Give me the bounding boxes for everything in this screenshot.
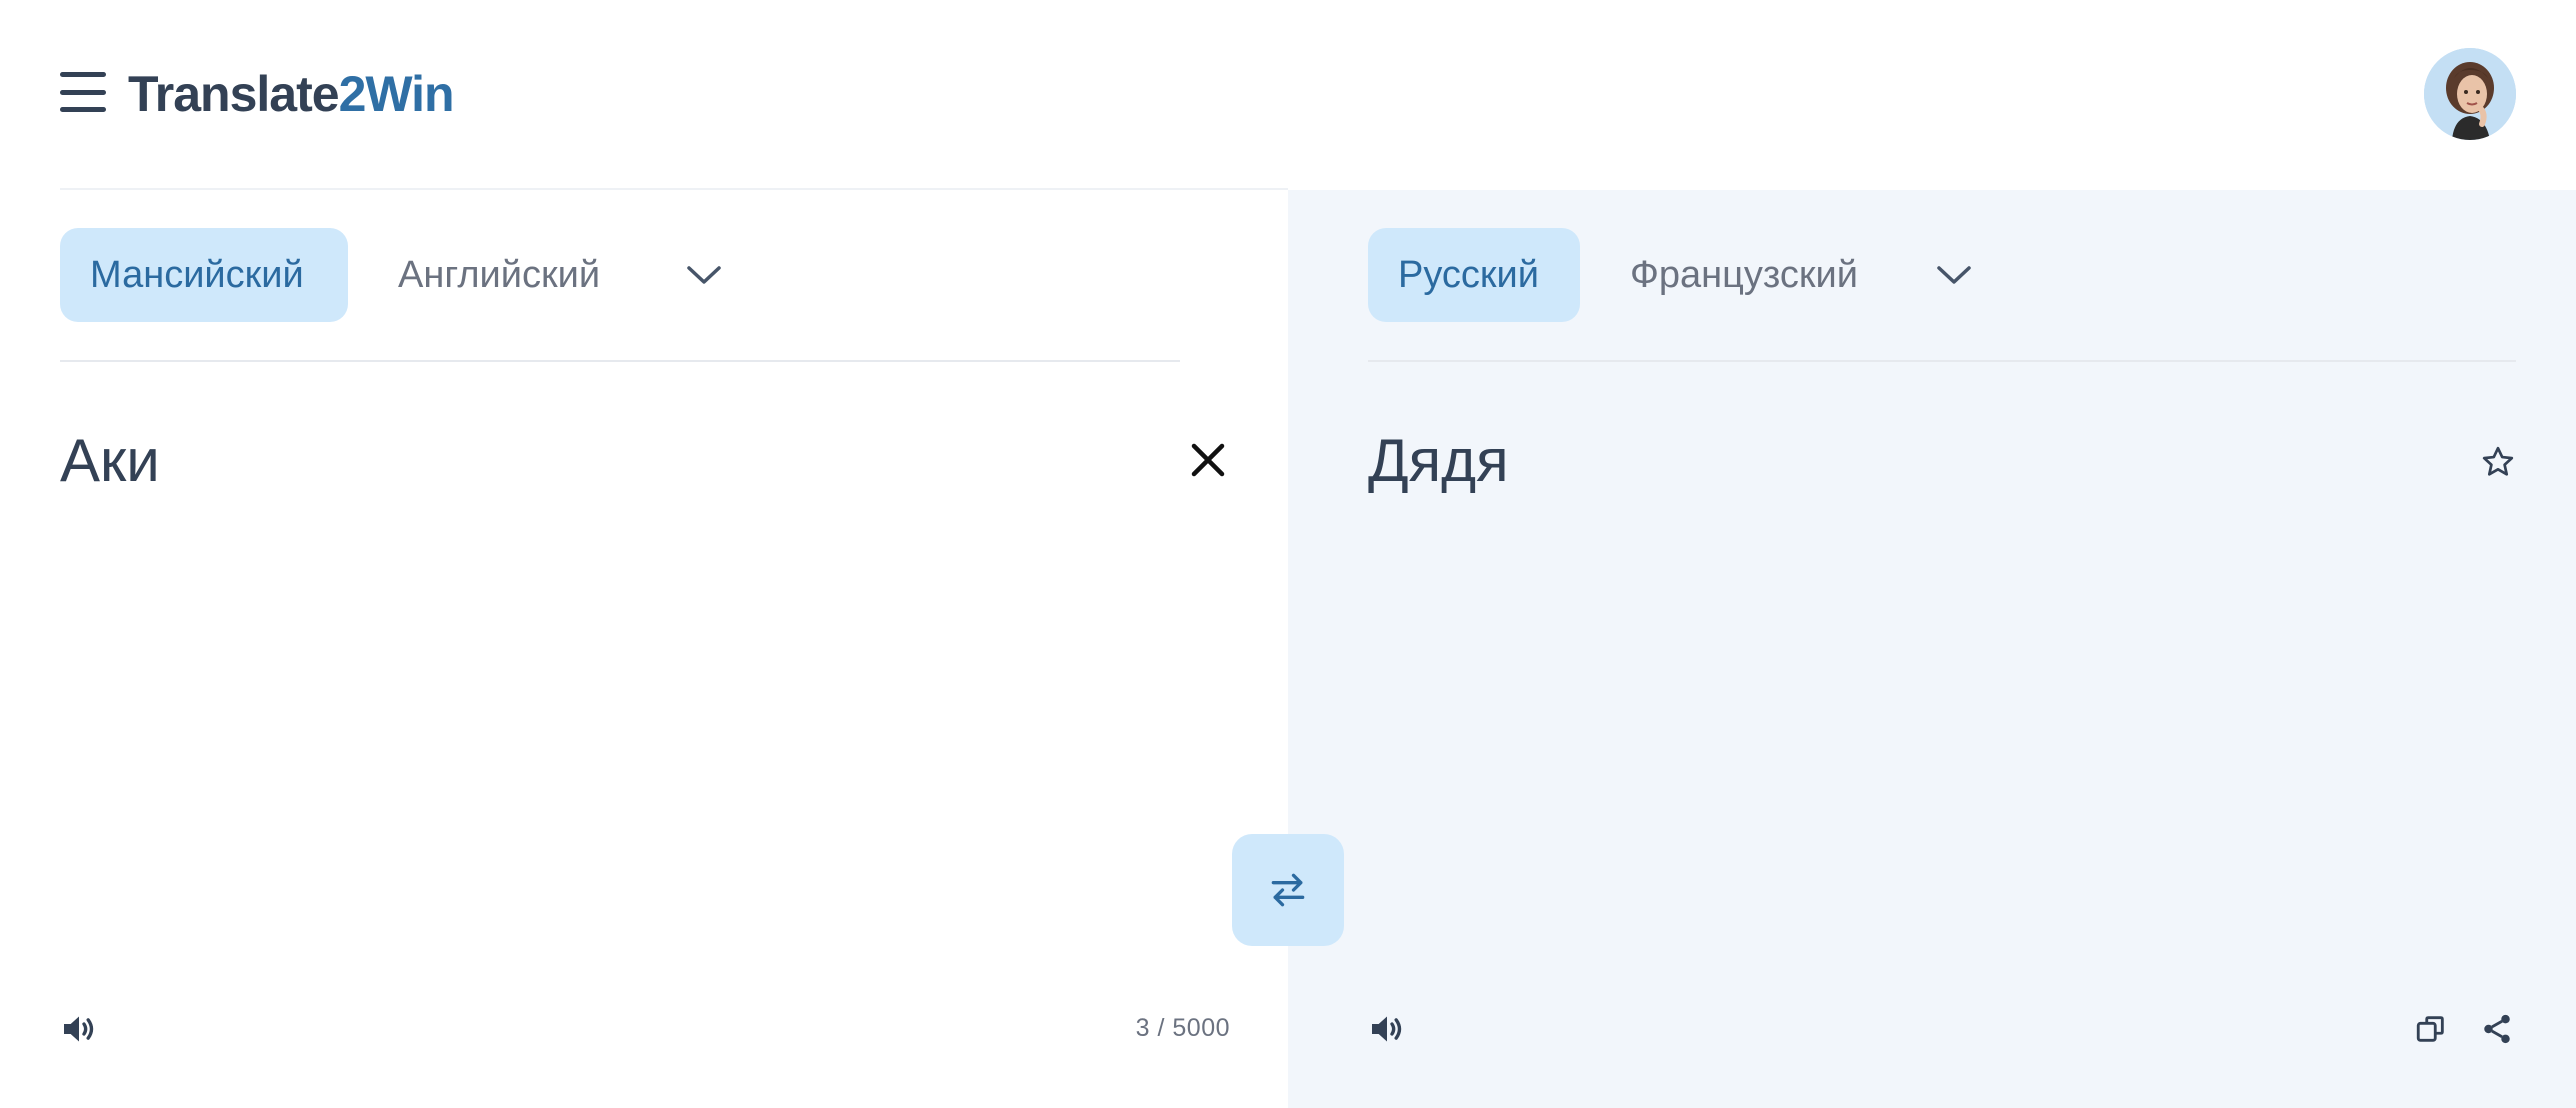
save-favorite-star-icon[interactable] (2478, 442, 2518, 482)
target-lang-dropdown-chevron-down-icon[interactable] (1932, 253, 1976, 297)
header-divider (60, 188, 1288, 190)
source-lang-dropdown-chevron-down-icon[interactable] (682, 253, 726, 297)
copy-translation-copy-icon[interactable] (2412, 1010, 2450, 1048)
target-tabs-divider (1368, 360, 2516, 362)
share-translation-share-icon[interactable] (2478, 1010, 2516, 1048)
swap-languages-button[interactable] (1232, 834, 1344, 946)
source-tabs-divider (60, 360, 1180, 362)
target-listen-speaker-icon[interactable] (1366, 1008, 1408, 1050)
character-counter: 3 / 5000 (1135, 1014, 1230, 1042)
source-listen-speaker-icon[interactable] (58, 1008, 100, 1050)
user-avatar[interactable] (2424, 48, 2516, 140)
app-logo[interactable]: Translate2Win (128, 64, 455, 124)
translator-app: Translate2Win Мансийский Английский Русс… (0, 0, 2576, 1108)
source-lang-tab-mansi[interactable]: Мансийский (60, 228, 348, 322)
target-lang-tab-french[interactable]: Французский (1600, 228, 1888, 322)
target-lang-tab-russian[interactable]: Русский (1368, 228, 1580, 322)
source-lang-tab-english[interactable]: Английский (368, 228, 630, 322)
swap-arrows-icon (1271, 873, 1305, 907)
logo-text: Translate (128, 66, 340, 122)
logo-accent-text: 2Win (338, 66, 455, 122)
source-text-input[interactable]: Аки (60, 425, 160, 497)
avatar-image (2424, 48, 2516, 140)
target-pane (1288, 190, 2576, 1108)
translated-text: Дядя (1368, 427, 1509, 494)
app-header: Translate2Win (0, 0, 2576, 190)
hamburger-menu-icon[interactable] (60, 72, 106, 112)
clear-text-close-icon[interactable] (1186, 438, 1230, 482)
